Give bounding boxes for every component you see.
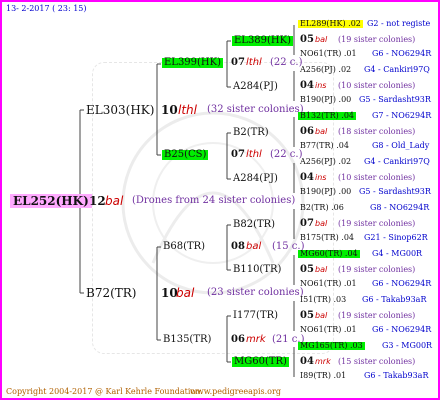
g2-queen-2[interactable]: B25(CS) (162, 150, 209, 160)
g4-note-8: (15 sister colonies) (338, 357, 416, 366)
g4-note-5: (19 sister colonies) (338, 219, 416, 228)
g4-queen-7b[interactable]: NO61(TR) .01 (300, 326, 357, 334)
footer-site-link[interactable]: www.pedigreeapis.org (190, 388, 281, 396)
g4-queen-3b[interactable]: B77(TR) .04 (300, 142, 349, 150)
g4-mark-4: ins (315, 173, 327, 182)
g4-queen-1a[interactable]: EL289(HK) .02 (298, 20, 363, 28)
g1-queen-1[interactable]: EL303(HK) (86, 104, 154, 116)
g4-generation-7: 05 (300, 310, 314, 321)
g3-queen-7[interactable]: I177(TR) (233, 311, 278, 321)
g4-queen-7a[interactable]: I51(TR) .03 (300, 296, 346, 304)
g2-mark-2: lthl (246, 149, 262, 160)
g4-note-3: (18 sister colonies) (338, 127, 416, 136)
g2-queen-3[interactable]: B68(TR) (163, 242, 205, 252)
g4-generation-8: 04 (300, 356, 314, 367)
g4-note-1: (19 sister colonies) (338, 35, 416, 44)
g4-source-4b: G5 - Sardasht93R (359, 187, 431, 196)
g3-queen-4[interactable]: A284(PJ) (233, 174, 278, 184)
g4-source-7a: G6 - Takab93aR (362, 295, 427, 304)
g4-mark-7: bal (315, 311, 328, 320)
g2-mark-1: lthl (246, 57, 262, 68)
g2-note-1: (22 c.) (270, 57, 303, 68)
g4-queen-4a[interactable]: A256(PJ) .02 (300, 158, 351, 166)
g2-note-2: (22 c.) (270, 149, 303, 160)
g4-queen-5b[interactable]: B175(TR) .04 (300, 234, 354, 242)
g2-queen-1[interactable]: EL399(HK) (162, 58, 224, 68)
g4-source-3b: G8 - Old_Lady (372, 141, 430, 150)
g1-queen-2[interactable]: B72(TR) (86, 287, 137, 299)
g1-note-2: (23 sister colonies) (207, 287, 304, 298)
g4-queen-5a[interactable]: B2(TR) .06 (300, 204, 344, 212)
g1-mark-2: bal (176, 286, 195, 300)
pedigree-frame: 13- 2-2017 ( 23: 15) EL252(HK) 12 bal (D… (0, 0, 440, 400)
g4-generation-1: 05 (300, 34, 314, 45)
footer-copyright: Copyright 2004-2017 @ Karl Kehrle Founda… (6, 387, 203, 396)
g1-mark-1: lthl (178, 103, 197, 117)
g1-generation-1: 10 (161, 103, 178, 117)
g4-mark-5: bal (315, 219, 328, 228)
date-stamp: 13- 2-2017 ( 23: 15) (6, 4, 87, 13)
g4-queen-1b[interactable]: NO61(TR) .01 (300, 50, 357, 58)
g4-queen-6a[interactable]: MG60(TR) .04 (298, 250, 360, 258)
g3-queen-6[interactable]: B110(TR) (233, 265, 281, 275)
g2-generation-2: 07 (231, 149, 245, 160)
root-note: (Drones from 24 sister colonies) (132, 195, 296, 206)
g2-mark-4: mrk (246, 334, 266, 345)
g4-queen-2b[interactable]: B190(PJ) .00 (300, 96, 351, 104)
g4-queen-2a[interactable]: A256(PJ) .02 (300, 66, 351, 74)
g2-queen-4[interactable]: B135(TR) (163, 335, 211, 345)
g4-mark-8: mrk (315, 357, 331, 366)
root-mark: bal (105, 194, 124, 208)
g4-source-7b: G6 - NO6294R (372, 325, 432, 334)
g4-source-5b: G21 - Sinop62R (364, 233, 428, 242)
g4-queen-8a[interactable]: MG165(TR) .03 (298, 342, 365, 350)
g3-queen-8[interactable]: MG60(TR) (232, 357, 289, 367)
g3-queen-1[interactable]: EL389(HK) (232, 36, 294, 46)
g4-generation-6: 05 (300, 264, 314, 275)
g4-source-8b: G6 - Takab93aR (364, 371, 429, 380)
g4-mark-1: bal (315, 35, 328, 44)
g3-queen-3[interactable]: B2(TR) (233, 128, 269, 138)
g2-generation-4: 06 (231, 334, 245, 345)
g4-note-7: (19 sister colonies) (338, 311, 416, 320)
g4-source-6a: G4 - MG00R (372, 249, 423, 258)
g4-mark-6: bal (315, 265, 328, 274)
g2-mark-3: bal (246, 241, 262, 252)
root-generation: 12 (89, 194, 106, 208)
g4-queen-4b[interactable]: B190(PJ) .00 (300, 188, 351, 196)
g2-generation-3: 08 (231, 241, 245, 252)
g4-source-2b: G5 - Sardasht93R (359, 95, 431, 104)
g3-queen-2[interactable]: A284(PJ) (233, 82, 278, 92)
g4-note-6: (19 sister colonies) (338, 265, 416, 274)
g4-note-2: (10 sister colonies) (338, 81, 416, 90)
g2-generation-1: 07 (231, 57, 245, 68)
g4-source-8a: G3 - MG00R (382, 341, 433, 350)
g4-source-2a: G4 - Cankiri97Q (364, 65, 430, 74)
g4-source-1b: G6 - NO6294R (372, 49, 432, 58)
g1-note-1: (32 sister colonies) (207, 104, 304, 115)
g4-mark-2: ins (315, 81, 327, 90)
root-queen[interactable]: EL252(HK) (10, 194, 92, 208)
g4-source-5a: G8 - NO6294R (370, 203, 430, 212)
g3-queen-5[interactable]: B82(TR) (233, 220, 275, 230)
g4-generation-5: 07 (300, 218, 314, 229)
g4-queen-8b[interactable]: I89(TR) .01 (300, 372, 346, 380)
g4-source-3a: G7 - NO6294R (372, 111, 432, 120)
g4-source-4a: G4 - Cankiri97Q (364, 157, 430, 166)
g4-note-4: (10 sister colonies) (338, 173, 416, 182)
g4-queen-3a[interactable]: B132(TR) .04 (298, 112, 357, 120)
g4-source-1a: G2 - not registe (367, 19, 431, 28)
g4-mark-3: bal (315, 127, 328, 136)
g4-queen-6b[interactable]: NO61(TR) .01 (300, 280, 357, 288)
g4-source-6b: G6 - NO6294R (372, 279, 432, 288)
g4-generation-2: 04 (300, 80, 314, 91)
g4-generation-4: 04 (300, 172, 314, 183)
g4-generation-3: 06 (300, 126, 314, 137)
